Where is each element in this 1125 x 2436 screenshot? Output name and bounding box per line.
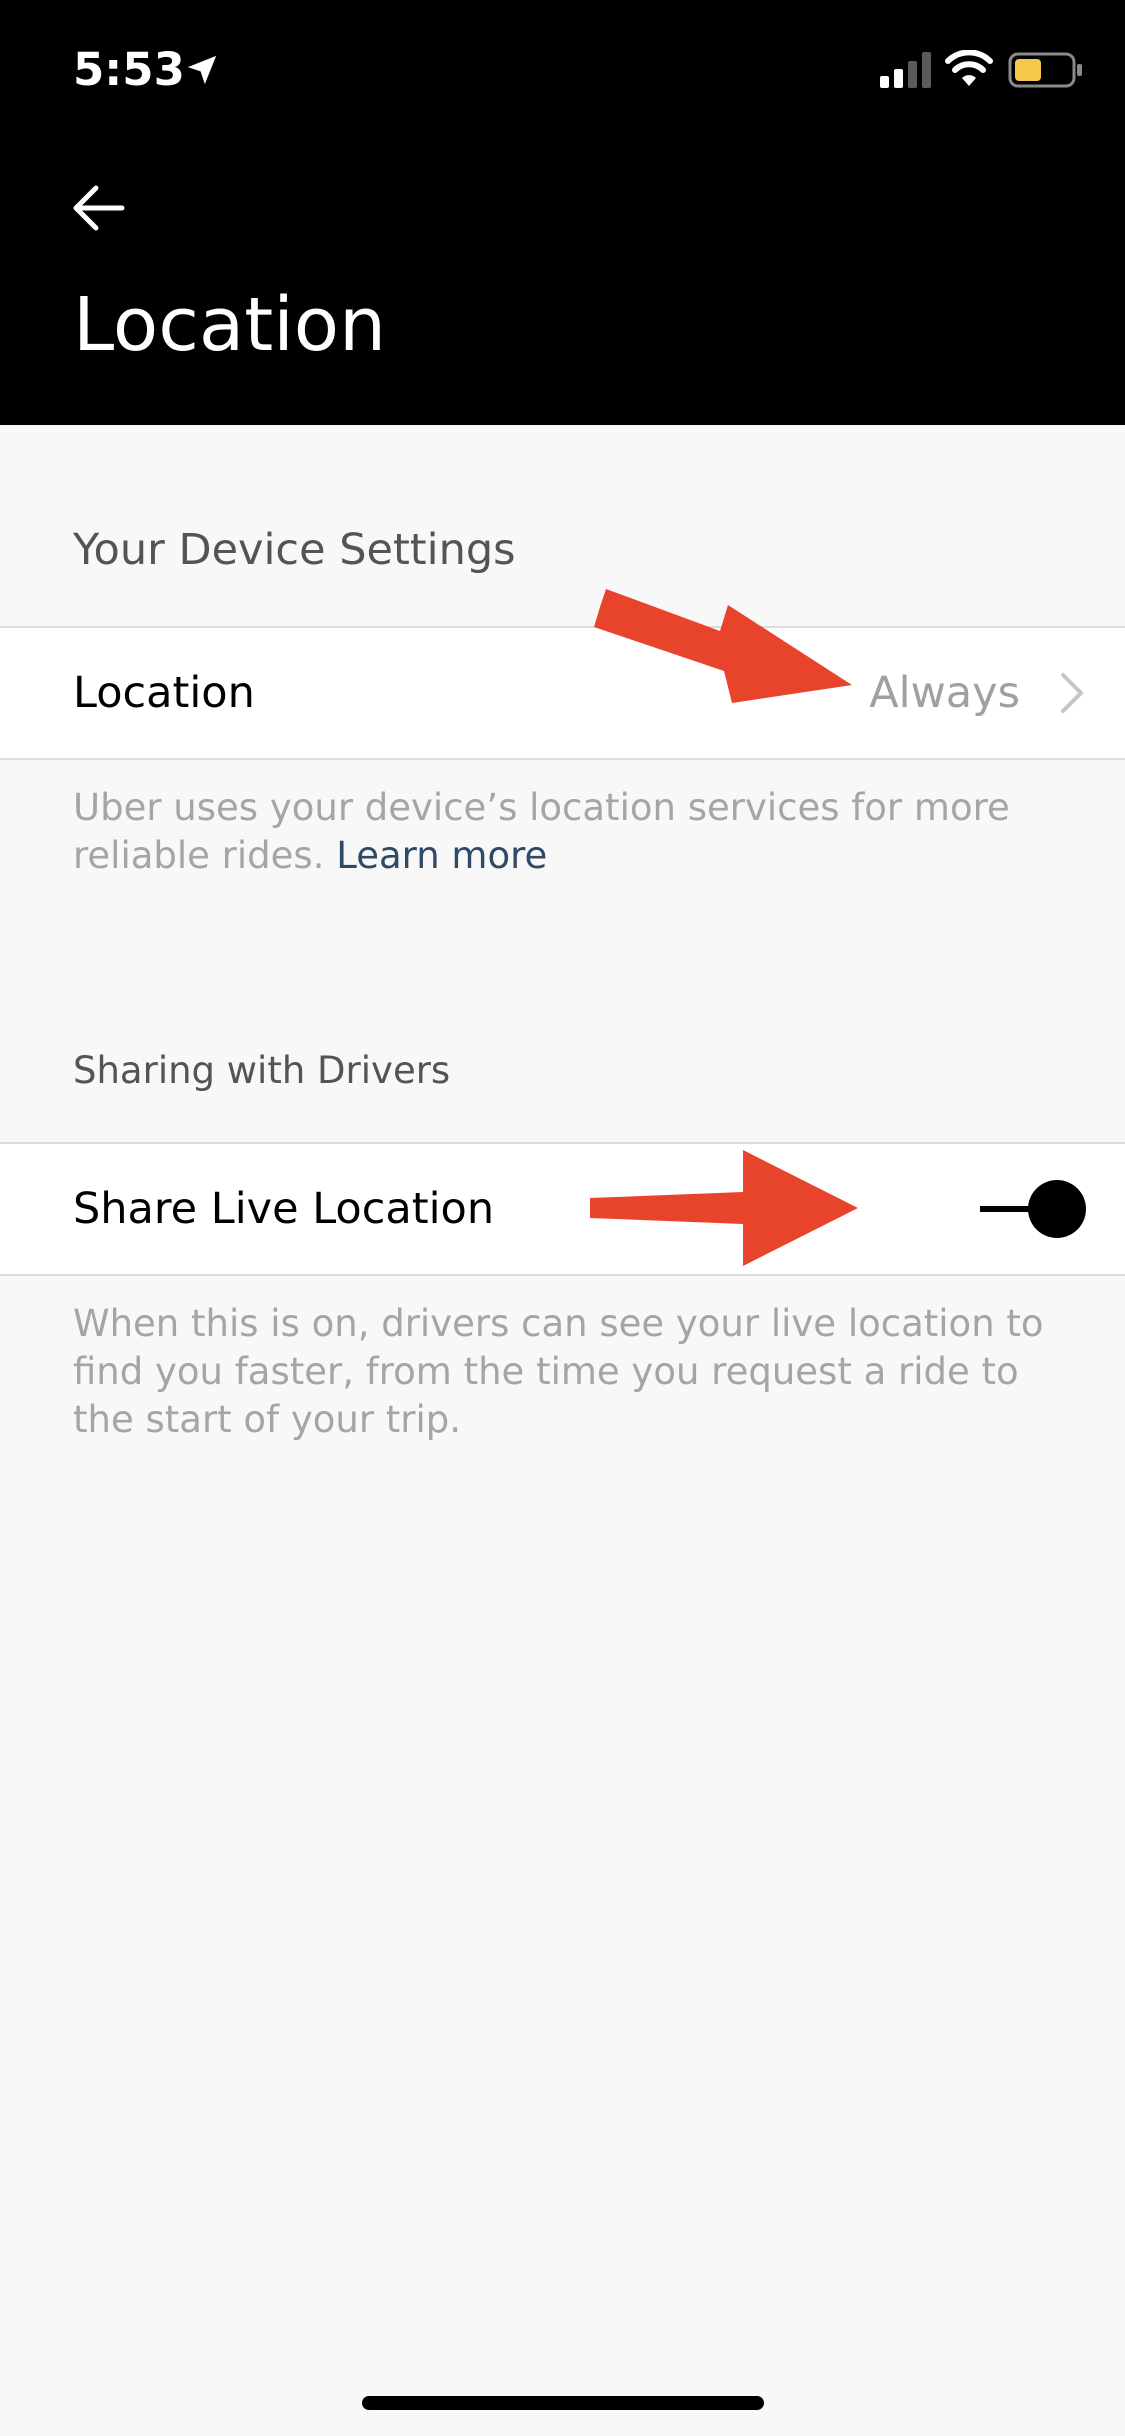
learn-more-link[interactable]: Learn more <box>336 834 547 877</box>
page-title: Location <box>73 282 386 368</box>
location-row-value: Always <box>869 668 1020 718</box>
share-live-location-row[interactable]: Share Live Location <box>0 1142 1125 1276</box>
back-button[interactable] <box>60 170 136 246</box>
location-arrow-icon <box>187 55 217 85</box>
section-title-device-settings: Your Device Settings <box>73 525 516 575</box>
section-title-sharing: Sharing with Drivers <box>73 1049 451 1092</box>
arrow-left-icon <box>73 185 125 231</box>
location-row-label: Location <box>73 668 255 718</box>
app-header: 5:53 Location <box>0 0 1125 425</box>
annotation-arrow-icon <box>590 1150 858 1266</box>
chevron-right-icon <box>1061 673 1083 713</box>
battery-icon <box>1008 52 1082 88</box>
status-time: 5:53 <box>73 43 185 96</box>
share-live-location-toggle[interactable] <box>980 1180 1086 1238</box>
home-indicator[interactable] <box>362 2396 764 2410</box>
cellular-signal-icon <box>880 52 931 88</box>
location-helper-text: Uber uses your device’s location service… <box>73 784 1073 880</box>
wifi-icon <box>945 50 993 86</box>
toggle-knob <box>1028 1180 1086 1238</box>
location-setting-row[interactable]: Location Always <box>0 626 1125 760</box>
annotation-arrow-icon <box>594 589 852 703</box>
share-live-location-label: Share Live Location <box>73 1184 495 1234</box>
sharing-helper-text: When this is on, drivers can see your li… <box>73 1302 1044 1441</box>
